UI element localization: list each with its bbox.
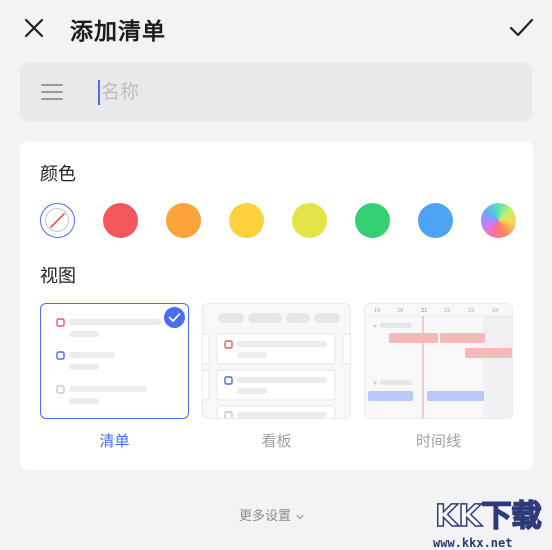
color-section-label: 颜色 — [40, 164, 76, 185]
more-settings-button[interactable]: 更多设置 — [239, 505, 305, 524]
color-swatch-none[interactable] — [40, 203, 75, 238]
name-input[interactable] — [101, 76, 501, 108]
color-swatches — [40, 203, 520, 239]
view-option-kanban[interactable] — [200, 303, 354, 421]
kanban-preview — [200, 313, 354, 421]
timeline-day: 19 — [374, 308, 380, 314]
more-settings-label: 更多设置 — [239, 509, 292, 524]
color-swatch-custom[interactable] — [481, 203, 516, 238]
page-title: 添加清单 — [70, 19, 166, 45]
close-icon — [24, 18, 44, 38]
view-label-kanban: 看板 — [261, 432, 292, 450]
timeline-day: 24 — [492, 308, 498, 314]
color-swatch-blue[interactable] — [418, 203, 453, 238]
color-swatch-red[interactable] — [103, 203, 138, 238]
text-cursor — [98, 80, 100, 105]
confirm-button[interactable] — [507, 15, 535, 41]
no-color-icon — [50, 213, 65, 228]
menu-lines-icon — [41, 84, 63, 100]
top-bar: 添加清单 — [0, 0, 552, 58]
timeline-day: 21 — [421, 308, 427, 314]
close-button[interactable] — [22, 16, 46, 40]
selected-check-badge — [164, 307, 185, 328]
view-label-list: 清单 — [99, 432, 130, 450]
view-option-list[interactable] — [40, 303, 189, 419]
view-section-label: 视图 — [40, 266, 76, 287]
watermark-url: www.kkx.net — [433, 536, 513, 550]
settings-card: 颜色 视图 19 20 21 22 23 24 清单 看板 时间线 — [20, 141, 533, 470]
view-option-timeline[interactable]: 19 20 21 22 23 24 — [364, 303, 513, 419]
timeline-day: 22 — [444, 308, 450, 314]
view-label-timeline: 时间线 — [415, 432, 461, 450]
chevron-down-icon — [296, 514, 304, 519]
timeline-day: 23 — [468, 308, 474, 314]
check-icon — [168, 313, 181, 322]
check-icon — [509, 18, 534, 37]
color-swatch-green[interactable] — [355, 203, 390, 238]
color-swatch-orange[interactable] — [166, 203, 201, 238]
watermark-text: KK下载 — [435, 499, 542, 534]
timeline-day: 20 — [397, 308, 403, 314]
color-swatch-lime[interactable] — [292, 203, 327, 238]
timeline-preview: 19 20 21 22 23 24 — [365, 308, 512, 418]
name-field-container — [20, 63, 532, 121]
color-swatch-yellow[interactable] — [229, 203, 264, 238]
